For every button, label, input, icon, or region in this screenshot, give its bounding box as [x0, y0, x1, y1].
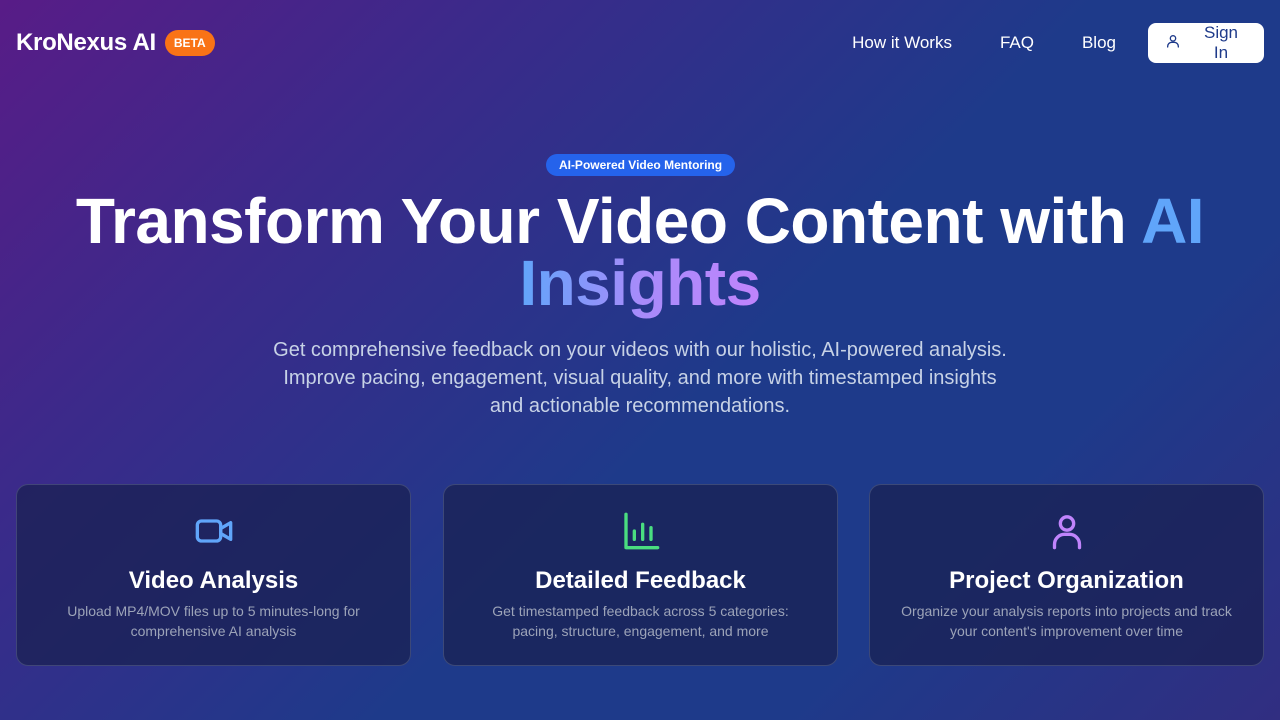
- hero-headline: Transform Your Video Content with AI Ins…: [40, 189, 1240, 315]
- video-camera-icon: [194, 511, 234, 551]
- headline-ai: AI: [1141, 185, 1205, 257]
- hero-subtitle: Get comprehensive feedback on your video…: [273, 339, 1007, 417]
- headline-insights: Insights: [519, 247, 761, 319]
- nav-faq[interactable]: FAQ: [1000, 33, 1034, 53]
- feature-description: Organize your analysis reports into proj…: [901, 603, 1232, 639]
- sign-in-button[interactable]: Sign In: [1148, 23, 1264, 63]
- feature-title: Video Analysis: [128, 567, 299, 594]
- nav-how-it-works[interactable]: How it Works: [852, 33, 952, 53]
- user-icon: [1165, 33, 1181, 54]
- site-header: KroNexus AI BETA How it Works FAQ Blog S…: [0, 0, 1280, 86]
- beta-badge: BETA: [164, 30, 215, 56]
- sign-in-label: Sign In: [1203, 23, 1239, 62]
- feature-title: Project Organization: [949, 567, 1184, 594]
- brand[interactable]: KroNexus AI BETA: [16, 29, 215, 57]
- nav-blog[interactable]: Blog: [1082, 33, 1116, 53]
- user-icon: [1047, 511, 1087, 551]
- main-nav: How it Works FAQ Blog Sign In: [852, 23, 1264, 63]
- brand-name[interactable]: KroNexus AI: [16, 29, 156, 57]
- feature-description: Get timestamped feedback across 5 catego…: [492, 603, 789, 639]
- feature-card-detailed-feedback: Detailed Feedback Get timestamped feedba…: [443, 484, 838, 666]
- feature-card-project-organization: Project Organization Organize your analy…: [869, 484, 1264, 666]
- bar-chart-icon: [621, 511, 661, 551]
- hero-pill: AI-Powered Video Mentoring: [546, 154, 735, 176]
- feature-card-video-analysis: Video Analysis Upload MP4/MOV files up t…: [16, 484, 411, 666]
- feature-description: Upload MP4/MOV files up to 5 minutes-lon…: [67, 603, 360, 639]
- feature-title: Detailed Feedback: [535, 567, 746, 594]
